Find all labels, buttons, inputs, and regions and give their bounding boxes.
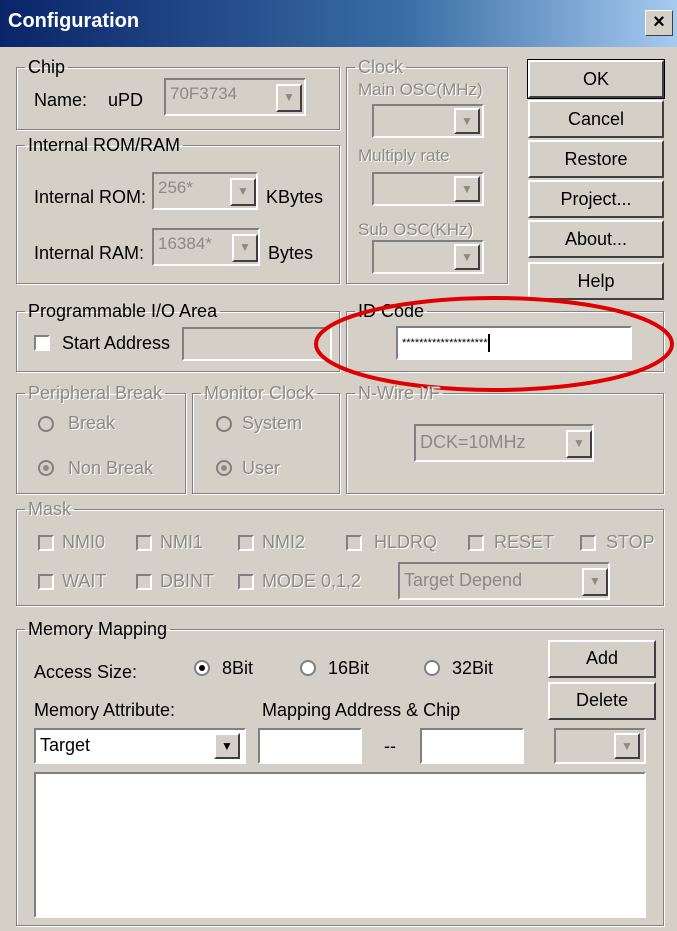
nmi1-label: NMI1 bbox=[160, 532, 204, 552]
dbint-checkbox bbox=[136, 574, 152, 590]
sub-osc-dropdown-icon: ▼ bbox=[454, 244, 480, 270]
chip-legend: Chip bbox=[28, 57, 66, 77]
main-osc-label: Main OSC(MHz) bbox=[358, 80, 483, 99]
system-radio bbox=[216, 416, 232, 432]
memory-attribute-dropdown-icon[interactable]: ▼ bbox=[214, 733, 240, 759]
range-separator: -- bbox=[384, 736, 396, 756]
reset-label: RESET bbox=[494, 532, 555, 552]
non-break-radio bbox=[38, 460, 54, 476]
address-from-field[interactable] bbox=[258, 728, 362, 764]
rom-ram-legend: Internal ROM/RAM bbox=[28, 135, 181, 155]
project-button[interactable]: Project... bbox=[528, 180, 664, 218]
stop-checkbox bbox=[580, 535, 596, 551]
cancel-button[interactable]: Cancel bbox=[528, 100, 664, 138]
stop-label: STOP bbox=[606, 532, 655, 552]
access-8bit-label: 8Bit bbox=[222, 658, 254, 678]
add-button[interactable]: Add bbox=[548, 640, 656, 678]
chip-prefix: uPD bbox=[108, 90, 144, 110]
internal-rom-label: Internal ROM: bbox=[34, 187, 147, 207]
title-bar: Configuration × bbox=[0, 0, 677, 47]
mapping-address-label: Mapping Address & Chip bbox=[262, 700, 461, 720]
address-to-field[interactable] bbox=[420, 728, 524, 764]
system-label: System bbox=[242, 413, 303, 433]
nwire-legend: N-Wire I/F bbox=[358, 383, 440, 403]
nmi2-label: NMI2 bbox=[262, 532, 306, 552]
access-16bit-radio[interactable] bbox=[300, 660, 316, 676]
nmi1-checkbox bbox=[136, 535, 152, 551]
internal-ram-label: Internal RAM: bbox=[34, 243, 145, 263]
non-break-label: Non Break bbox=[68, 458, 154, 478]
window-title: Configuration bbox=[8, 10, 140, 32]
user-label: User bbox=[242, 458, 281, 478]
about-button[interactable]: About... bbox=[528, 220, 664, 258]
access-size-label: Access Size: bbox=[34, 662, 138, 682]
wait-checkbox bbox=[38, 574, 54, 590]
access-32bit-label: 32Bit bbox=[452, 658, 494, 678]
ok-button[interactable]: OK bbox=[527, 59, 665, 99]
chip-name-label: Name: bbox=[34, 90, 88, 110]
internal-ram-unit: Bytes bbox=[268, 243, 314, 263]
close-icon[interactable]: × bbox=[645, 10, 673, 36]
break-label: Break bbox=[68, 413, 116, 433]
mapping-list[interactable] bbox=[34, 772, 646, 918]
target-depend-dropdown-icon: ▼ bbox=[582, 568, 608, 596]
dbint-label: DBINT bbox=[160, 571, 214, 591]
user-radio bbox=[216, 460, 232, 476]
main-osc-dropdown-icon: ▼ bbox=[454, 108, 480, 134]
hldrq-checkbox bbox=[346, 535, 362, 551]
chip-select-dropdown-icon: ▼ bbox=[614, 733, 640, 759]
access-8bit-radio[interactable] bbox=[194, 660, 210, 676]
mode-label: MODE 0,1,2 bbox=[262, 571, 362, 591]
access-32bit-radio[interactable] bbox=[424, 660, 440, 676]
wait-label: WAIT bbox=[62, 571, 107, 591]
memory-mapping-legend: Memory Mapping bbox=[28, 619, 168, 639]
multiply-rate-label: Multiply rate bbox=[358, 146, 450, 165]
mode-checkbox bbox=[238, 574, 254, 590]
nmi2-checkbox bbox=[238, 535, 254, 551]
mask-legend: Mask bbox=[28, 499, 72, 519]
break-radio bbox=[38, 416, 54, 432]
access-16bit-label: 16Bit bbox=[328, 658, 370, 678]
nmi0-checkbox bbox=[38, 535, 54, 551]
hldrq-label: HLDRQ bbox=[374, 532, 438, 552]
peripheral-break-legend: Peripheral Break bbox=[28, 383, 163, 403]
start-address-field[interactable] bbox=[182, 327, 332, 361]
programmable-io-legend: Programmable I/O Area bbox=[28, 301, 218, 321]
nmi0-label: NMI0 bbox=[62, 532, 106, 552]
delete-button[interactable]: Delete bbox=[548, 682, 656, 720]
highlight-ellipse-icon bbox=[314, 296, 674, 392]
clock-legend: Clock bbox=[358, 57, 404, 77]
target-depend-combo: Target Depend bbox=[398, 562, 610, 600]
multiply-rate-dropdown-icon: ▼ bbox=[454, 176, 480, 202]
sub-osc-label: Sub OSC(KHz) bbox=[358, 220, 474, 239]
start-address-label: Start Address bbox=[62, 333, 171, 353]
restore-button[interactable]: Restore bbox=[528, 140, 664, 178]
monitor-clock-legend: Monitor Clock bbox=[204, 383, 315, 403]
memory-attribute-label: Memory Attribute: bbox=[34, 700, 176, 720]
reset-checkbox bbox=[468, 535, 484, 551]
chip-dropdown-icon: ▼ bbox=[276, 84, 302, 112]
nwire-dropdown-icon: ▼ bbox=[566, 430, 592, 458]
internal-ram-dropdown-icon: ▼ bbox=[232, 234, 258, 262]
internal-rom-unit: KBytes bbox=[266, 187, 324, 207]
internal-rom-dropdown-icon: ▼ bbox=[230, 178, 256, 206]
start-address-checkbox[interactable] bbox=[34, 335, 50, 351]
